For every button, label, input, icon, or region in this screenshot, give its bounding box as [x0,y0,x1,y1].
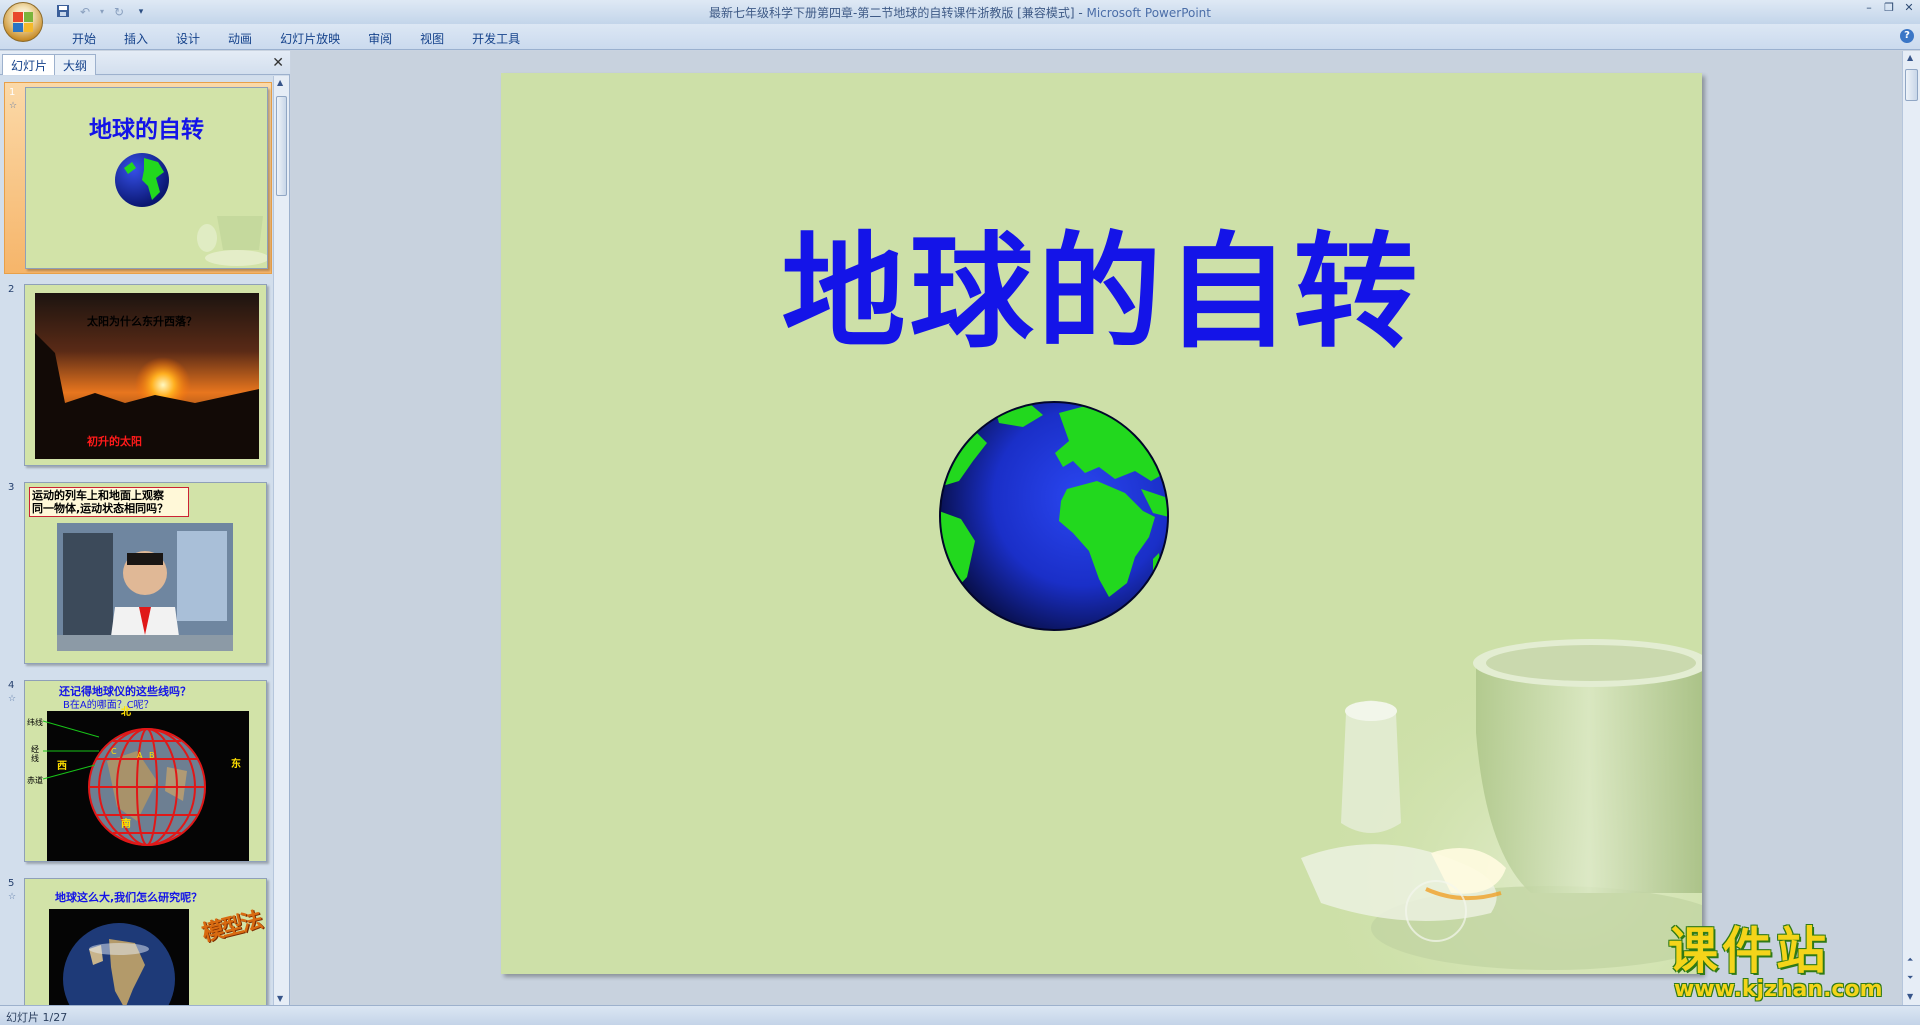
scroll-down-icon[interactable]: ▼ [1907,992,1913,1001]
watermark-title: 课件站 [1668,922,1830,980]
pointer-lines-icon [42,720,100,780]
restore-icon[interactable]: ❐ [1882,2,1896,14]
tab-slideshow[interactable]: 幻灯片放映 [266,28,354,49]
slides-panel: 幻灯片 大纲 ✕ 1 ☆ 地球的自转 2 太阳为什么东升西落？ 初升的太阳 3 … [0,51,290,1005]
document-title: 最新七年级科学下册第四章-第二节地球的自转课件浙教版 [兼容模式] [709,6,1075,20]
scrollbar-thumb[interactable] [276,96,287,196]
main-scrollbar[interactable]: ▲ ⏶ ⏷ ▼ [1902,51,1920,1005]
slide-thumbnail-image: 地球这么大,我们怎么研究呢？ 模型法 [24,878,267,1005]
close-icon[interactable]: ✕ [1902,2,1916,14]
slide-thumbnail-image: 运动的列车上和地面上观察 同一物体,运动状态相同吗？ [24,482,267,664]
animation-star-icon: ☆ [9,101,18,111]
previous-slide-icon[interactable]: ⏶ [1907,955,1913,965]
panel-tabs: 幻灯片 大纲 ✕ [0,51,290,75]
thumbnail-caption: 地球这么大,我们怎么研究呢？ [55,891,203,904]
slide-thumbnail-image: 地球的自转 [25,87,268,269]
slide-thumbnail-list: 1 ☆ 地球的自转 2 太阳为什么东升西落？ 初升的太阳 3 运动的列车上和地面… [0,76,274,1005]
teacup-decoration-icon [197,216,267,266]
app-name: Microsoft PowerPoint [1086,6,1211,20]
globe-icon [115,153,169,207]
tab-outline[interactable]: 大纲 [54,54,97,75]
thumbnail-subcaption: 初升的太阳 [87,435,142,448]
help-icon[interactable]: ? [1900,29,1914,43]
thumbnail-caption: 太阳为什么东升西落？ [87,315,197,328]
title-separator: - [1074,6,1087,20]
tab-home[interactable]: 开始 [58,28,110,49]
slide-number: 2 [8,284,15,295]
slide-indicator: 幻灯片 1/27 [6,1011,68,1024]
label-c: C [111,747,117,756]
slide-thumbnail-image: 太阳为什么东升西落？ 初升的太阳 [24,284,267,466]
window-controls: – ❐ ✕ [1862,2,1916,14]
slide-number: 5 [8,878,15,889]
slide-number: 3 [8,482,15,493]
teacup-decoration-icon [1261,593,1702,974]
thumbnail-title: 地球的自转 [89,116,204,143]
office-button[interactable] [3,2,43,42]
thumbnail-caption-box: 运动的列车上和地面上观察 同一物体,运动状态相同吗？ [29,487,189,517]
current-slide[interactable]: 地球的自转 [501,73,1702,974]
watermark-url: www.kjzhan.com [1674,977,1883,1002]
slide-thumbnail-4[interactable]: 4 ☆ 还记得地球仪的这些线吗？ B在A的哪面？C呢？ 北 南 西 东 纬线 经… [4,676,272,868]
watermark: 课件站 www.kjzhan.com [1668,925,1898,1005]
slide-thumbnail-1[interactable]: 1 ☆ 地球的自转 [4,82,272,274]
tab-developer[interactable]: 开发工具 [458,28,534,49]
tab-insert[interactable]: 插入 [110,28,162,49]
slide-thumbnail-image: 还记得地球仪的这些线吗？ B在A的哪面？C呢？ 北 南 西 东 纬线 经线 赤道… [24,680,267,862]
label-east: 东 [231,759,241,770]
slide-thumbnail-2[interactable]: 2 太阳为什么东升西落？ 初升的太阳 [4,280,272,472]
slide-thumbnail-5[interactable]: 5 ☆ 地球这么大,我们怎么研究呢？ 模型法 [4,874,272,1005]
earth-photo-icon [49,909,189,1005]
slide-title[interactable]: 地球的自转 [501,191,1702,371]
scrollbar-thumb[interactable] [1905,69,1918,101]
scroll-down-icon[interactable]: ▼ [277,994,283,1003]
ribbon-tabs: 开始 插入 设计 动画 幻灯片放映 审阅 视图 开发工具 [58,28,534,49]
slide-thumbnail-3[interactable]: 3 运动的列车上和地面上观察 同一物体,运动状态相同吗？ [4,478,272,670]
tab-design[interactable]: 设计 [162,28,214,49]
slide-number: 4 [8,680,15,691]
tab-animations[interactable]: 动画 [214,28,266,49]
tab-view[interactable]: 视图 [406,28,458,49]
animation-star-icon: ☆ [8,694,17,704]
thumbnail-scrollbar[interactable]: ▲ ▼ [273,76,289,1005]
window-title: 最新七年级科学下册第四章-第二节地球的自转课件浙教版 [兼容模式] - Micr… [0,4,1920,21]
scroll-up-icon[interactable]: ▲ [1907,53,1913,62]
ribbon-tab-bar: 开始 插入 设计 动画 幻灯片放映 审阅 视图 开发工具 ? [0,24,1920,50]
title-bar: ↶ ▾ ↻ ▾ 最新七年级科学下册第四章-第二节地球的自转课件浙教版 [兼容模式… [0,0,1920,42]
minimize-icon[interactable]: – [1862,2,1876,14]
train-photo-icon [57,523,233,651]
tab-review[interactable]: 审阅 [354,28,406,49]
scroll-up-icon[interactable]: ▲ [277,78,283,87]
label-north: 北 [121,707,131,718]
animation-star-icon: ☆ [8,892,17,902]
status-bar: 幻灯片 1/27 [0,1005,1920,1025]
next-slide-icon[interactable]: ⏷ [1907,973,1913,983]
thumbnail-stamp: 模型法 [199,908,264,947]
globe-icon [939,401,1169,631]
tab-slides[interactable]: 幻灯片 [2,54,57,75]
thumbnail-caption-line2: B在A的哪面？C呢？ [63,700,154,711]
thumbnail-caption-line1: 运动的列车上和地面上观察 [32,489,164,502]
office-logo-icon [13,12,33,32]
label-south: 南 [121,819,131,830]
slide-number: 1 [9,87,16,98]
label-a: A [137,751,143,760]
close-panel-icon[interactable]: ✕ [272,55,284,71]
label-b: B [149,751,155,760]
thumbnail-caption-line2: 同一物体,运动状态相同吗？ [32,502,169,515]
